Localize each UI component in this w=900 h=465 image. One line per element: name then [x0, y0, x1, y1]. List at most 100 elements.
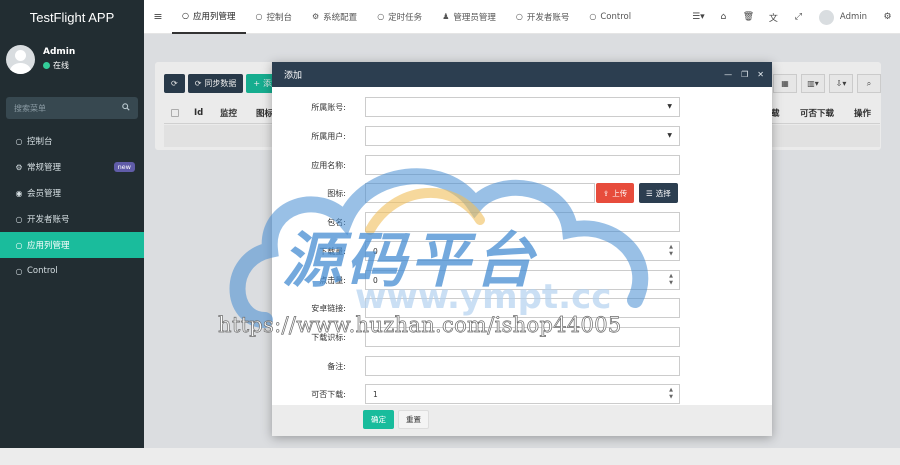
language-icon[interactable]: 文 — [761, 11, 786, 24]
sidebar-item-control[interactable]: ○ Control — [0, 258, 144, 284]
upload-icon: ⇪ — [603, 188, 610, 198]
cogs-icon[interactable]: ⚙ — [875, 12, 900, 22]
search-icon[interactable] — [122, 103, 130, 113]
circle-o-icon: ○ — [515, 12, 523, 21]
trash-icon[interactable]: 🗑 — [736, 12, 761, 22]
upload-button[interactable]: ⇪ 上传 — [596, 183, 635, 203]
app-title[interactable]: TestFlight APP — [0, 0, 144, 34]
circle-o-icon: ○ — [15, 266, 23, 276]
tab-cron[interactable]: ○ 定时任务 — [367, 0, 432, 34]
tab-label: Control — [600, 11, 632, 22]
sidebar-item-label: 控制台 — [27, 137, 53, 147]
sidebar-search-placeholder: 搜索菜单 — [14, 103, 46, 113]
user-circle-icon: ◉ — [15, 188, 23, 198]
downloadable-input[interactable]: 1 ▲ ▼ — [365, 384, 680, 404]
sidebar-search[interactable]: 搜索菜单 — [6, 97, 138, 119]
tab-control[interactable]: ○ Control — [579, 0, 641, 34]
tab-system-config[interactable]: ⚙ 系统配置 — [302, 0, 367, 34]
new-badge: new — [113, 162, 135, 172]
field-label: 所属用户: — [311, 132, 346, 141]
user-icon: ♟ — [442, 12, 450, 21]
spinner-icon[interactable]: ▲ ▼ — [669, 244, 673, 258]
clicks-input[interactable]: 0 ▲ ▼ — [365, 270, 680, 290]
download-id-input[interactable] — [365, 327, 680, 347]
sidebar-item-label: 应用列管理 — [27, 241, 70, 251]
spinner-icon[interactable]: ▲ ▼ — [669, 387, 673, 401]
cogs-icon: ⚙ — [15, 162, 23, 172]
icon-input[interactable] — [365, 183, 595, 203]
field-label: 安卓链接: — [311, 304, 346, 313]
fullscreen-icon[interactable]: ⤢ — [786, 12, 811, 22]
dialog-title: 添加 — [284, 71, 303, 81]
user-panel: Admin 在线 — [0, 34, 144, 84]
minimize-icon[interactable]: — — [724, 70, 732, 79]
circle-o-icon: ○ — [589, 12, 597, 21]
tab-apps[interactable]: ○ 应用列管理 — [172, 0, 246, 34]
package-input[interactable] — [365, 212, 680, 232]
sidebar-item-developer[interactable]: ○ 开发者账号 — [0, 206, 144, 232]
avatar — [818, 9, 834, 25]
dialog-body: 所属账号: ▼ 所属用户: ▼ 应用名称: 图标: ⇪ 上传 ☰ 选择 包名: … — [272, 87, 772, 405]
circle-o-icon: ○ — [15, 240, 23, 250]
tab-label: 控制台 — [266, 12, 292, 23]
tab-admins[interactable]: ♟ 管理员管理 — [432, 0, 506, 34]
tab-console[interactable]: ○ 控制台 — [246, 0, 303, 34]
field-label: 图标: — [327, 189, 346, 198]
field-value: 0 — [373, 275, 378, 285]
user-info: Admin 在线 — [43, 47, 75, 71]
field-label: 所属账号: — [311, 103, 346, 112]
field-download-id: 下载识标: — [272, 327, 772, 347]
owner-select[interactable]: ▼ — [365, 126, 680, 146]
upload-label: 上传 — [612, 188, 628, 198]
field-label: 备注: — [327, 362, 346, 371]
gear-icon: ⚙ — [312, 12, 320, 21]
spinner-icon[interactable]: ▲ ▼ — [669, 273, 673, 287]
circle-o-icon: ○ — [182, 11, 189, 20]
reset-button[interactable]: 重置 — [398, 410, 429, 429]
circle-o-icon: ○ — [377, 12, 385, 21]
field-label: 包名: — [327, 218, 346, 227]
list-dropdown-icon[interactable]: ☰▾ — [686, 12, 711, 22]
circle-o-icon: ○ — [15, 214, 23, 224]
choose-button[interactable]: ☰ 选择 — [639, 183, 678, 203]
home-icon[interactable]: ⌂ — [711, 12, 736, 22]
app-frame: TestFlight APP Admin 在线 搜索菜单 ○ 控制台 ⚙ 常规管… — [0, 0, 900, 448]
nav-right: ☰▾ ⌂ 🗑 文 ⤢ Admin ⚙ — [686, 0, 900, 34]
field-app-name: 应用名称: — [272, 155, 772, 175]
sidebar-menu: ○ 控制台 ⚙ 常规管理 new ◉ 会员管理 ○ 开发者账号 ○ 应用列管理 … — [0, 128, 144, 284]
tab-developer[interactable]: ○ 开发者账号 — [506, 0, 580, 34]
confirm-button[interactable]: 确定 — [363, 410, 394, 429]
sidebar-item-label: 会员管理 — [27, 189, 62, 199]
field-label: 可否下载: — [311, 390, 346, 399]
menu-toggle-icon[interactable]: ≡ — [144, 10, 172, 23]
nav-user[interactable]: Admin — [811, 9, 875, 25]
android-link-input[interactable] — [365, 298, 680, 318]
sidebar-item-console[interactable]: ○ 控制台 — [0, 128, 144, 154]
downloads-input[interactable]: 0 ▲ ▼ — [365, 241, 680, 261]
circle-o-icon: ○ — [255, 12, 263, 21]
online-dot-icon — [43, 62, 50, 69]
add-dialog: 添加 — ❐ ✕ 所属账号: ▼ 所属用户: ▼ 应用名称: 图标: ⇪ 上传 … — [272, 62, 772, 436]
field-downloads: 下载量: 0 ▲ ▼ — [272, 241, 772, 261]
field-remark: 备注: — [272, 356, 772, 376]
field-clicks: 点击量: 0 ▲ ▼ — [272, 270, 772, 290]
circle-o-icon: ○ — [15, 136, 23, 146]
maximize-icon[interactable]: ❐ — [741, 70, 748, 79]
sidebar-item-general[interactable]: ⚙ 常规管理 new — [0, 154, 144, 180]
tab-label: 应用列管理 — [192, 11, 236, 22]
field-value: 1 — [373, 389, 378, 399]
account-select[interactable]: ▼ — [365, 97, 680, 117]
sidebar-item-label: 常规管理 — [27, 163, 62, 173]
dialog-controls: — ❐ ✕ — [715, 62, 764, 87]
sidebar-item-members[interactable]: ◉ 会员管理 — [0, 180, 144, 206]
sidebar-item-label: Control — [27, 266, 58, 276]
user-name: Admin — [43, 47, 76, 57]
top-nav: ≡ ○ 应用列管理 ○ 控制台 ⚙ 系统配置 ○ 定时任务 ♟ 管理员管理 ○ … — [144, 0, 900, 34]
caret-down-icon: ▼ — [667, 132, 672, 139]
tab-label: 系统配置 — [323, 12, 358, 23]
sidebar-item-apps[interactable]: ○ 应用列管理 — [0, 232, 144, 258]
remark-input[interactable] — [365, 356, 680, 376]
close-icon[interactable]: ✕ — [757, 70, 764, 79]
app-name-input[interactable] — [365, 155, 680, 175]
sidebar-item-label: 开发者账号 — [27, 215, 70, 225]
